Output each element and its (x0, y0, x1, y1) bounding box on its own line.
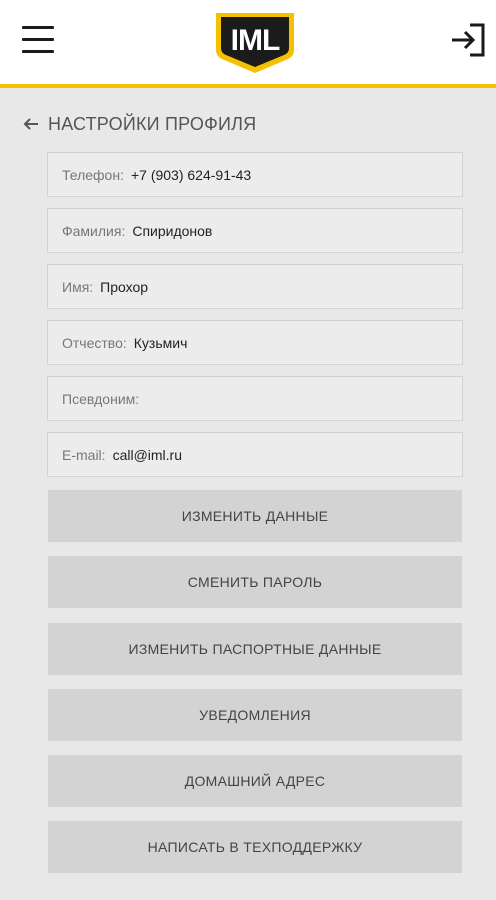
profile-fields: Телефон: +7 (903) 624-91-43 Фамилия: Спи… (47, 152, 463, 488)
page-title-row: НАСТРОЙКИ ПРОФИЛЯ (22, 110, 256, 138)
support-button[interactable]: НАПИСАТЬ В ТЕХПОДДЕРЖКУ (48, 821, 462, 874)
home-address-button[interactable]: ДОМАШНИЙ АДРЕС (48, 755, 462, 808)
login-arrow-icon[interactable] (448, 20, 488, 60)
edit-data-button[interactable]: ИЗМЕНИТЬ ДАННЫЕ (48, 490, 462, 542)
field-value: Спиридонов (132, 222, 213, 239)
field-label: Псевдоним: (62, 390, 140, 407)
field-label: Телефон: (62, 166, 124, 183)
field-label: Отчество: (62, 334, 127, 351)
page-title: НАСТРОЙКИ ПРОФИЛЯ (48, 113, 257, 134)
field-label: Имя: (62, 278, 94, 295)
iml-logo[interactable]: IML (210, 10, 300, 76)
arrow-left-icon[interactable] (22, 115, 40, 133)
hamburger-menu-icon[interactable] (20, 22, 56, 58)
logo-text: IML (230, 24, 281, 57)
field-label: Фамилия: (62, 222, 126, 239)
field-label: E-mail: (62, 446, 106, 463)
field-value: call@iml.ru (112, 446, 183, 463)
nickname-field[interactable]: Псевдоним: (47, 376, 463, 421)
edit-passport-button[interactable]: ИЗМЕНИТЬ ПАСПОРТНЫЕ ДАННЫЕ (48, 622, 462, 675)
app-header: IML (0, 0, 496, 88)
first-name-field[interactable]: Имя: Прохор (47, 264, 463, 309)
middle-name-field[interactable]: Отчество: Кузьмич (47, 320, 463, 365)
field-value: +7 (903) 624-91-43 (130, 166, 252, 183)
last-name-field[interactable]: Фамилия: Спиридонов (47, 208, 463, 253)
field-value: Кузьмич (133, 334, 188, 351)
phone-field[interactable]: Телефон: +7 (903) 624-91-43 (47, 152, 463, 197)
email-field[interactable]: E-mail: call@iml.ru (47, 432, 463, 477)
profile-actions: ИЗМЕНИТЬ ДАННЫЕ СМЕНИТЬ ПАРОЛЬ ИЗМЕНИТЬ … (48, 490, 462, 888)
notifications-button[interactable]: УВЕДОМЛЕНИЯ (48, 688, 462, 741)
change-password-button[interactable]: СМЕНИТЬ ПАРОЛЬ (48, 556, 462, 609)
field-value: Прохор (100, 278, 149, 295)
